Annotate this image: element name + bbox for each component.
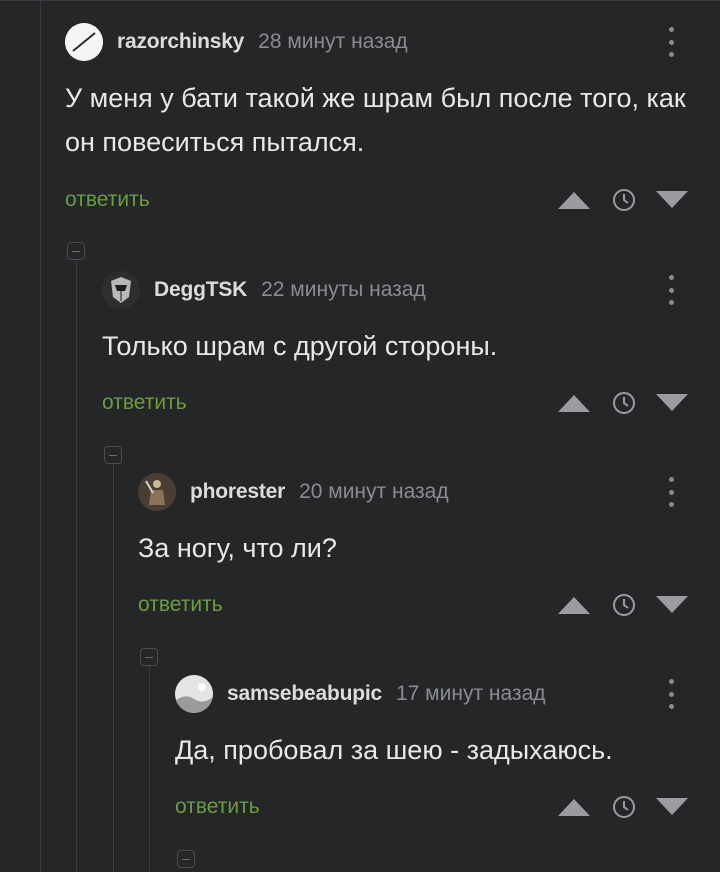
collapse-thread-icon[interactable] xyxy=(140,648,158,666)
clock-icon[interactable] xyxy=(612,188,636,212)
vote-down-icon[interactable] xyxy=(654,594,690,616)
comment-time: 28 минут назад xyxy=(258,30,408,53)
comment-text: Только шрам с другой стороны. xyxy=(102,331,498,361)
more-vertical-icon[interactable] xyxy=(668,27,674,57)
username[interactable]: DeggTSK xyxy=(154,278,247,302)
collapse-thread-icon[interactable] xyxy=(67,242,85,260)
comment-text: У меня у бати такой же шрам был после то… xyxy=(65,83,686,157)
top-divider xyxy=(0,0,720,1)
username[interactable]: razorchinsky xyxy=(117,30,244,54)
reply-link[interactable]: ответить xyxy=(175,795,260,819)
comment-header: DeggTSK 22 минуты назад xyxy=(102,270,426,310)
vote-up-icon[interactable] xyxy=(556,392,592,414)
vote-actions xyxy=(556,188,690,212)
collapse-thread-icon[interactable] xyxy=(177,850,195,868)
vote-down-icon[interactable] xyxy=(654,796,690,818)
vote-actions xyxy=(556,593,690,617)
vote-up-icon[interactable] xyxy=(556,796,592,818)
clock-icon[interactable] xyxy=(612,593,636,617)
vote-up-icon[interactable] xyxy=(556,189,592,211)
more-vertical-icon[interactable] xyxy=(668,275,674,305)
comment-header: samsebeabupic 17 минут назад xyxy=(175,674,546,714)
clock-icon[interactable] xyxy=(612,391,636,415)
vote-up-icon[interactable] xyxy=(556,594,592,616)
gray-landscape-avatar-icon xyxy=(175,675,213,713)
avatar[interactable] xyxy=(65,23,103,61)
white-circle-slash-avatar-icon xyxy=(65,23,103,61)
avatar[interactable] xyxy=(102,271,140,309)
comment-header: razorchinsky 28 минут назад xyxy=(65,22,408,62)
more-vertical-icon[interactable] xyxy=(668,477,674,507)
comment-text: Да, пробовал за шею - задыхаюсь. xyxy=(175,735,613,765)
vote-down-icon[interactable] xyxy=(654,189,690,211)
avatar[interactable] xyxy=(138,473,176,511)
warrior-figure-avatar-icon xyxy=(138,473,176,511)
vote-actions xyxy=(556,795,690,819)
vote-actions xyxy=(556,391,690,415)
avatar[interactable] xyxy=(175,675,213,713)
comment-header: phorester 20 минут назад xyxy=(138,472,449,512)
collapse-thread-icon[interactable] xyxy=(104,446,122,464)
username[interactable]: phorester xyxy=(190,480,285,504)
armored-helmet-avatar-icon xyxy=(102,271,140,309)
thread-line-level-0 xyxy=(40,0,41,872)
vote-down-icon[interactable] xyxy=(654,392,690,414)
comment-text: За ногу, что ли? xyxy=(138,533,337,563)
comment-time: 22 минуты назад xyxy=(261,278,426,301)
thread-line-level-3 xyxy=(149,658,150,872)
more-vertical-icon[interactable] xyxy=(668,679,674,709)
reply-link[interactable]: ответить xyxy=(102,391,187,415)
comment-time: 20 минут назад xyxy=(299,480,449,503)
thread-line-level-2 xyxy=(113,455,114,872)
clock-icon[interactable] xyxy=(612,795,636,819)
reply-link[interactable]: ответить xyxy=(65,188,150,212)
username[interactable]: samsebeabupic xyxy=(227,682,382,706)
reply-link[interactable]: ответить xyxy=(138,593,223,617)
comment-time: 17 минут назад xyxy=(395,682,546,705)
thread-line-level-1 xyxy=(76,250,77,872)
